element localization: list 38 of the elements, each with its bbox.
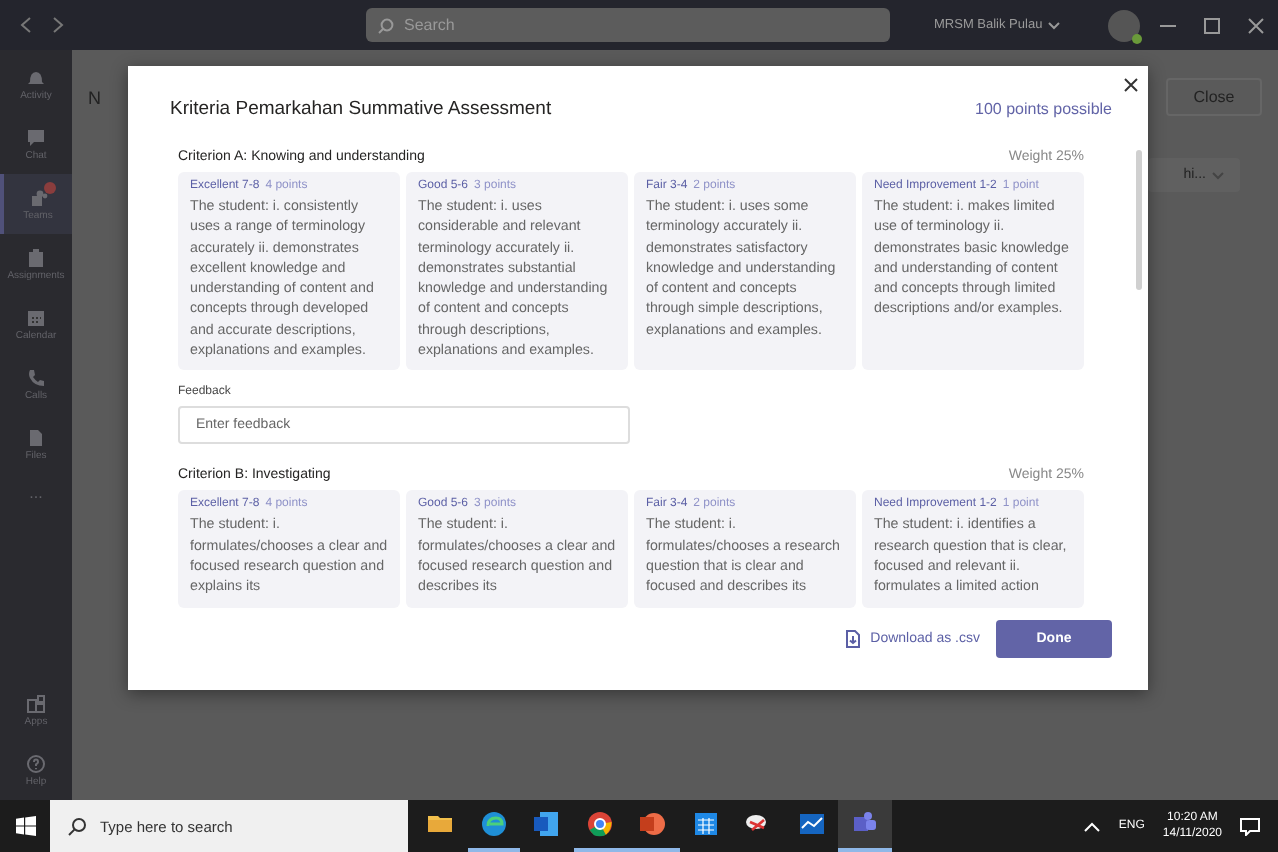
search-icon [378,17,394,33]
search-placeholder: Search [404,16,455,34]
windows-icon[interactable] [15,816,35,836]
chart-icon [797,810,826,838]
clipboard-icon [26,247,46,267]
status-dot [1132,33,1143,43]
forward-icon[interactable] [52,16,64,34]
bell-icon [26,67,46,87]
close-icon[interactable] [1124,78,1138,92]
calendar-icon [691,810,720,838]
maximize-icon[interactable] [1204,17,1221,33]
more-button[interactable]: ... [0,474,72,510]
scrollbar[interactable] [1136,150,1142,290]
dialog-title: Kriteria Pemarkahan Summative Assessment [170,98,552,120]
calendar-icon [26,307,46,327]
file-download-icon [846,629,861,648]
browser-icon [479,810,508,838]
chat-bubble-icon [26,127,46,147]
close-icon[interactable] [1248,17,1265,33]
chevron-up-icon[interactable] [1084,821,1101,831]
back-icon[interactable] [20,16,32,34]
phone-icon [26,367,46,387]
help-icon [26,753,46,773]
search-field[interactable]: Search [366,8,890,42]
points-label: 100 points possible [975,100,1112,118]
close-button[interactable]: Close [1166,78,1262,116]
presentation-icon [638,810,667,838]
folder-icon [426,810,455,838]
search-icon [68,817,86,835]
file-icon [26,427,46,447]
people-icon [28,187,48,207]
notification-icon[interactable] [1240,817,1260,835]
document-icon [532,810,561,838]
avatar[interactable] [1108,9,1141,41]
apps-icon [26,693,46,713]
browser-icon [585,810,614,838]
page-heading: N [88,87,101,107]
chevron-down-icon[interactable] [1048,21,1061,29]
